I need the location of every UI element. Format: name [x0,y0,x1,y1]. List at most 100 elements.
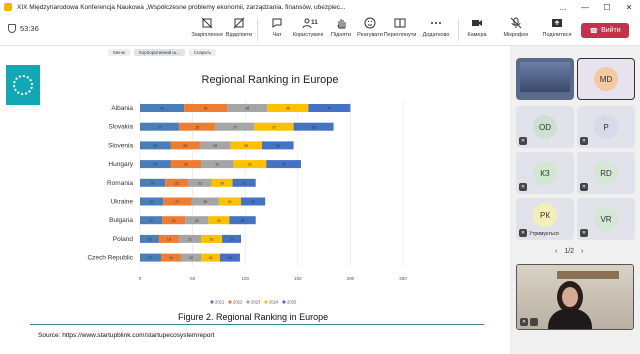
button-label: Камера [467,32,487,38]
mic-off-icon: ✕ [519,183,527,191]
more-button[interactable]: Додатково [417,17,455,38]
share-icon [552,19,562,27]
participant-tile[interactable]: MD [577,58,635,100]
source-text: Source: https://www.startupblink.com/sta… [38,332,215,339]
video-person-face [562,287,578,307]
button-label: Переглянути [383,32,417,38]
legend-label: 2022 [233,300,243,305]
avatar: RD [594,161,618,185]
data-label: 22 [242,181,246,185]
data-label: 22 [175,181,179,185]
timer-value: 53:36 [20,24,39,33]
data-label: 19 [169,256,173,260]
data-label: 20 [217,219,221,223]
participant-tile[interactable]: RD ✕ [577,152,635,194]
participant-pager: ‹ 1/2 › [555,248,583,255]
data-label: 31 [248,163,252,167]
category-label: Bulgaria [109,217,133,224]
participant-tile[interactable]: VR ✕ [577,198,635,240]
data-label: 41 [204,107,208,111]
data-label: 19 [167,238,171,242]
data-label: 22 [172,219,176,223]
shield-icon [8,24,16,33]
button-label: Реагувати [357,32,383,38]
category-label: Albania [111,105,133,112]
button-label: Підняти [331,32,351,38]
chat-icon [272,18,282,28]
close-button[interactable]: ✕ [618,3,640,12]
data-label: 30 [244,144,248,148]
data-label: 38 [245,107,249,111]
page-indicator: 1/2 [564,248,575,255]
share-button[interactable]: Поділитися [538,17,576,38]
data-label: 42 [160,107,164,111]
legend-marker [210,300,214,304]
self-video-tile[interactable]: ✕ [516,264,634,330]
participant-count: 11 [311,19,318,26]
category-label: Slovenia [108,142,133,149]
participant-tile[interactable]: КЗ ✕ [516,152,574,194]
data-label: 22 [198,181,202,185]
mic-off-icon: ✕ [580,229,588,237]
microphone-button[interactable]: Мікрофон [497,17,535,38]
leave-label: Вийти [601,27,621,34]
button-label: Поділитися [542,32,572,38]
mic-off-icon: ✕ [580,137,588,145]
ranking-chart: 0 50 100 150 200 250 Albania 42 41 38 39 40 Slovakia… [87,100,407,305]
category-label: Slovakia [108,124,133,131]
minimize-button[interactable]: — [574,3,596,12]
leave-button[interactable]: ☎ Вийти [581,23,629,38]
legend-label: 2023 [251,300,261,305]
mic-off-icon: ✕ [519,137,527,145]
legend-marker [282,300,286,304]
participant-tile[interactable]: РК ✕ Утримується [516,198,574,240]
x-tick-label: 0 [139,276,142,281]
participant-video-tile[interactable] [516,58,574,100]
view-button[interactable]: Переглянути [381,17,419,38]
data-label: 18 [208,256,212,260]
data-label: 37 [272,125,276,129]
next-page-icon[interactable]: › [581,248,583,255]
data-label: 18 [230,238,234,242]
category-label: Ukraine [111,199,134,206]
x-tick-label: 100 [241,276,249,281]
shared-screen: Меню Корпоративний ш... Спарить Regional… [0,46,510,354]
maximize-button[interactable]: ☐ [596,3,618,12]
data-label: 20 [149,256,153,260]
participant-status: Утримується [529,231,559,237]
data-label: 30 [276,144,280,148]
participant-tile[interactable]: OD ✕ [516,106,574,148]
category-label: Romania [107,180,133,187]
x-tick-label: 250 [399,276,407,281]
data-label: 19 [189,256,193,260]
video-shelf [557,271,619,279]
participants-panel: MD OD ✕ P ✕ КЗ ✕ RD ✕ РК ✕ Утримується V… [510,46,640,354]
data-label: 29 [213,144,217,148]
button-label: Чат [272,32,282,38]
phone-icon: ☎ [589,27,599,35]
camera-button[interactable]: Камера [458,17,496,38]
video-person-body [548,309,592,329]
data-label: 25 [241,219,245,223]
data-label: 27 [175,200,179,204]
button-label: Додатково [422,32,450,38]
more-options-button[interactable]: ... [552,3,574,12]
unpin-button[interactable]: Відкріпити [220,17,258,38]
avatar: РК [533,203,557,227]
window-title: XIX Międzynarodowa Konferencja Naukowa „… [17,3,346,11]
data-label: 20 [210,238,214,242]
mic-off-icon: ✕ [580,183,588,191]
app-shield-icon [4,3,12,11]
data-label: 29 [153,163,157,167]
figure-caption: Figure 2. Regional Ranking in Europe [178,312,329,322]
button-label: Мікрофон [503,32,529,38]
data-label: 28 [183,144,187,148]
participant-tile[interactable]: P ✕ [577,106,635,148]
prev-page-icon[interactable]: ‹ [555,248,557,255]
mic-off-icon [510,17,522,29]
meeting-timer: 53:36 [8,24,39,33]
data-label: 21 [228,200,232,204]
x-tick-label: 200 [347,276,355,281]
video-feed [520,62,570,92]
data-label: 38 [312,125,316,129]
